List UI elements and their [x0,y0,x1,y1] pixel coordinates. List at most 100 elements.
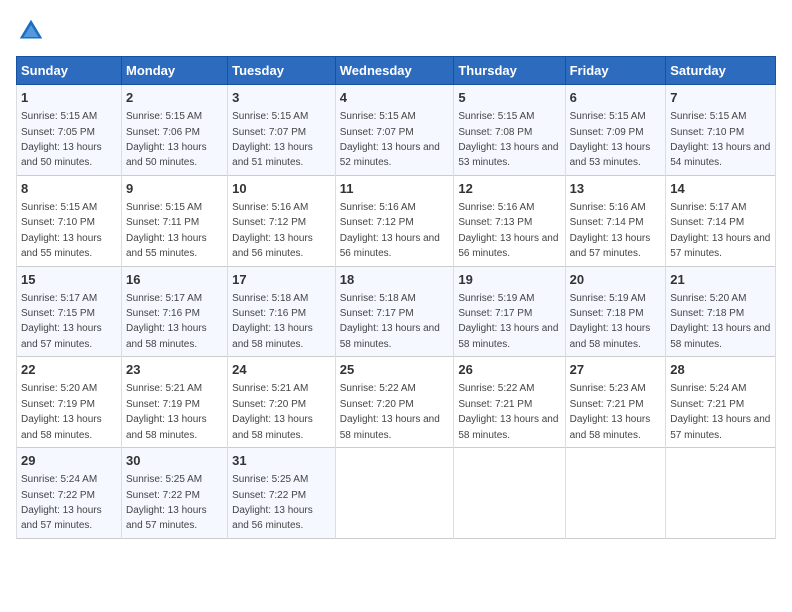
calendar-cell: 12 Sunrise: 5:16 AMSunset: 7:13 PMDayligh… [454,175,565,266]
calendar-cell: 25Sunrise: 5:22 AMSunset: 7:20 PMDayligh… [335,357,454,448]
header-friday: Friday [565,57,666,85]
day-number: 28 [670,361,771,379]
day-info: Sunrise: 5:15 AMSunset: 7:06 PMDaylight:… [126,111,207,168]
day-info: Sunrise: 5:25 AMSunset: 7:22 PMDaylight:… [126,474,207,531]
day-info: Sunrise: 5:20 AMSunset: 7:19 PMDaylight:… [21,383,102,440]
calendar-cell: 8 Sunrise: 5:15 AMSunset: 7:10 PMDaylight… [17,175,122,266]
calendar-cell [335,448,454,539]
header-tuesday: Tuesday [228,57,336,85]
day-number: 6 [570,89,662,107]
day-info: Sunrise: 5:15 AMSunset: 7:07 PMDaylight:… [340,111,440,168]
day-info: Sunrise: 5:15 AMSunset: 7:05 PMDaylight:… [21,111,102,168]
header-thursday: Thursday [454,57,565,85]
calendar-week-4: 22 Sunrise: 5:20 AMSunset: 7:19 PMDayligh… [17,357,776,448]
day-number: 4 [340,89,450,107]
calendar-cell: 10 Sunrise: 5:16 AMSunset: 7:12 PMDayligh… [228,175,336,266]
day-number: 23 [126,361,223,379]
day-info: Sunrise: 5:15 AMSunset: 7:10 PMDaylight:… [670,111,770,168]
day-number: 22 [21,361,117,379]
calendar-table: SundayMondayTuesdayWednesdayThursdayFrid… [16,56,776,539]
day-number: 12 [458,180,560,198]
day-number: 27 [570,361,662,379]
calendar-cell: 6 Sunrise: 5:15 AMSunset: 7:09 PMDaylight… [565,85,666,176]
day-info: Sunrise: 5:16 AMSunset: 7:12 PMDaylight:… [340,202,440,259]
day-number: 8 [21,180,117,198]
calendar-cell: 13Sunrise: 5:16 AMSunset: 7:14 PMDayligh… [565,175,666,266]
day-number: 18 [340,271,450,289]
calendar-cell: 2Sunrise: 5:15 AMSunset: 7:06 PMDaylight… [121,85,227,176]
calendar-header-row: SundayMondayTuesdayWednesdayThursdayFrid… [17,57,776,85]
logo [16,16,50,46]
header-monday: Monday [121,57,227,85]
day-number: 3 [232,89,331,107]
day-number: 10 [232,180,331,198]
calendar-cell: 11 Sunrise: 5:16 AMSunset: 7:12 PMDayligh… [335,175,454,266]
day-info: Sunrise: 5:15 AMSunset: 7:09 PMDaylight:… [570,111,651,168]
day-info: Sunrise: 5:21 AMSunset: 7:19 PMDaylight:… [126,383,207,440]
day-info: Sunrise: 5:15 AMSunset: 7:11 PMDaylight:… [126,202,207,259]
day-number: 25 [340,361,450,379]
day-number: 20 [570,271,662,289]
logo-icon [16,16,46,46]
calendar-cell: 3 Sunrise: 5:15 AMSunset: 7:07 PMDaylight… [228,85,336,176]
day-info: Sunrise: 5:21 AMSunset: 7:20 PMDaylight:… [232,383,313,440]
calendar-cell: 23 Sunrise: 5:21 AMSunset: 7:19 PMDayligh… [121,357,227,448]
calendar-week-2: 8 Sunrise: 5:15 AMSunset: 7:10 PMDaylight… [17,175,776,266]
calendar-cell: 16 Sunrise: 5:17 AMSunset: 7:16 PMDayligh… [121,266,227,357]
calendar-cell: 28 Sunrise: 5:24 AMSunset: 7:21 PMDayligh… [666,357,776,448]
day-info: Sunrise: 5:19 AMSunset: 7:18 PMDaylight:… [570,293,651,350]
day-info: Sunrise: 5:15 AMSunset: 7:08 PMDaylight:… [458,111,558,168]
day-number: 15 [21,271,117,289]
day-info: Sunrise: 5:19 AMSunset: 7:17 PMDaylight:… [458,293,558,350]
day-info: Sunrise: 5:24 AMSunset: 7:21 PMDaylight:… [670,383,770,440]
header-sunday: Sunday [17,57,122,85]
calendar-cell: 9 Sunrise: 5:15 AMSunset: 7:11 PMDaylight… [121,175,227,266]
day-info: Sunrise: 5:23 AMSunset: 7:21 PMDaylight:… [570,383,651,440]
day-info: Sunrise: 5:20 AMSunset: 7:18 PMDaylight:… [670,293,770,350]
day-info: Sunrise: 5:16 AMSunset: 7:12 PMDaylight:… [232,202,313,259]
calendar-cell: 21 Sunrise: 5:20 AMSunset: 7:18 PMDayligh… [666,266,776,357]
day-number: 9 [126,180,223,198]
calendar-cell [565,448,666,539]
calendar-cell: 22 Sunrise: 5:20 AMSunset: 7:19 PMDayligh… [17,357,122,448]
day-number: 1 [21,89,117,107]
calendar-week-5: 29 Sunrise: 5:24 AMSunset: 7:22 PMDayligh… [17,448,776,539]
calendar-cell: 14Sunrise: 5:17 AMSunset: 7:14 PMDayligh… [666,175,776,266]
day-info: Sunrise: 5:16 AMSunset: 7:13 PMDaylight:… [458,202,558,259]
day-info: Sunrise: 5:18 AMSunset: 7:16 PMDaylight:… [232,293,313,350]
calendar-cell: 5 Sunrise: 5:15 AMSunset: 7:08 PMDaylight… [454,85,565,176]
calendar-cell: 7Sunrise: 5:15 AMSunset: 7:10 PMDaylight… [666,85,776,176]
day-number: 24 [232,361,331,379]
calendar-cell: 30Sunrise: 5:25 AMSunset: 7:22 PMDayligh… [121,448,227,539]
day-info: Sunrise: 5:22 AMSunset: 7:21 PMDaylight:… [458,383,558,440]
day-info: Sunrise: 5:15 AMSunset: 7:07 PMDaylight:… [232,111,313,168]
calendar-cell: 15 Sunrise: 5:17 AMSunset: 7:15 PMDayligh… [17,266,122,357]
day-info: Sunrise: 5:15 AMSunset: 7:10 PMDaylight:… [21,202,102,259]
day-number: 13 [570,180,662,198]
day-number: 21 [670,271,771,289]
calendar-cell: 27 Sunrise: 5:23 AMSunset: 7:21 PMDayligh… [565,357,666,448]
day-number: 29 [21,452,117,470]
day-number: 17 [232,271,331,289]
day-number: 31 [232,452,331,470]
day-info: Sunrise: 5:25 AMSunset: 7:22 PMDaylight:… [232,474,313,531]
day-number: 11 [340,180,450,198]
day-info: Sunrise: 5:17 AMSunset: 7:16 PMDaylight:… [126,293,207,350]
calendar-cell: 24 Sunrise: 5:21 AMSunset: 7:20 PMDayligh… [228,357,336,448]
day-number: 14 [670,180,771,198]
calendar-cell: 29 Sunrise: 5:24 AMSunset: 7:22 PMDayligh… [17,448,122,539]
day-info: Sunrise: 5:24 AMSunset: 7:22 PMDaylight:… [21,474,102,531]
day-info: Sunrise: 5:18 AMSunset: 7:17 PMDaylight:… [340,293,440,350]
calendar-cell: 4 Sunrise: 5:15 AMSunset: 7:07 PMDaylight… [335,85,454,176]
day-info: Sunrise: 5:17 AMSunset: 7:15 PMDaylight:… [21,293,102,350]
calendar-week-1: 1 Sunrise: 5:15 AMSunset: 7:05 PMDaylight… [17,85,776,176]
calendar-cell: 31 Sunrise: 5:25 AMSunset: 7:22 PMDayligh… [228,448,336,539]
page-header [16,16,776,46]
calendar-cell [454,448,565,539]
day-number: 5 [458,89,560,107]
day-number: 16 [126,271,223,289]
calendar-week-3: 15 Sunrise: 5:17 AMSunset: 7:15 PMDayligh… [17,266,776,357]
calendar-cell: 26Sunrise: 5:22 AMSunset: 7:21 PMDayligh… [454,357,565,448]
calendar-cell: 19Sunrise: 5:19 AMSunset: 7:17 PMDayligh… [454,266,565,357]
calendar-cell: 20 Sunrise: 5:19 AMSunset: 7:18 PMDayligh… [565,266,666,357]
